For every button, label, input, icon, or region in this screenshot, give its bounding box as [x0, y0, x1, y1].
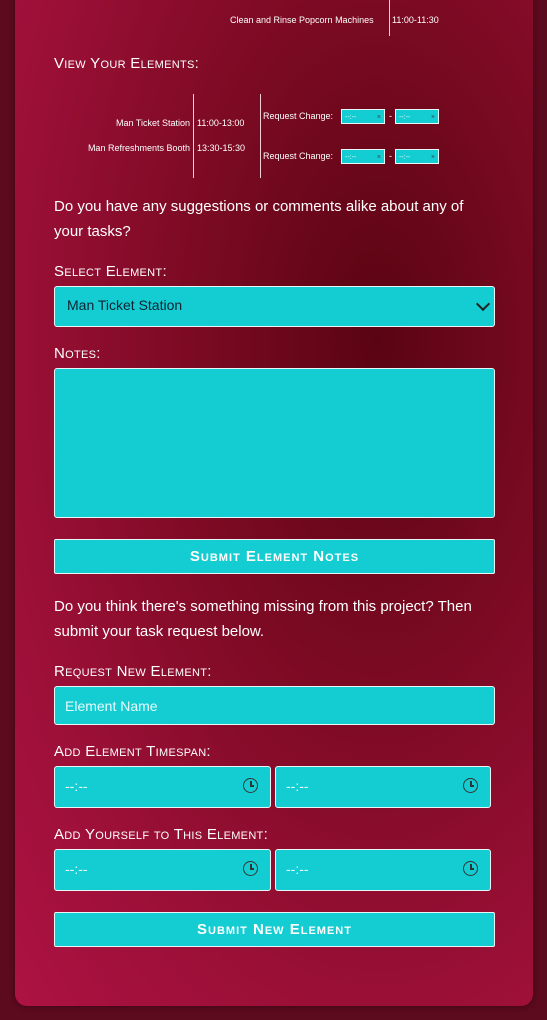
change-end-time-input[interactable]: --:-- ×: [395, 109, 439, 124]
add-timespan-label: Add Element Timespan:: [54, 743, 211, 760]
table-divider: [389, 0, 390, 36]
clock-icon[interactable]: [243, 778, 258, 793]
clear-icon[interactable]: ×: [431, 110, 435, 125]
suggestions-prompt: Do you have any suggestions or comments …: [54, 198, 464, 240]
request-change-label: Request Change:: [263, 111, 334, 121]
view-elements-heading: View Your Elements:: [54, 55, 200, 72]
timespan-start-input[interactable]: --:--: [54, 766, 271, 808]
top-task-name: Clean and Rinse Popcorn Machines: [230, 15, 374, 25]
request-change-label: Request Change:: [263, 151, 334, 161]
table-divider: [193, 94, 194, 178]
submit-element-notes-button[interactable]: Submit Element Notes: [54, 539, 495, 574]
chevron-down-icon: [475, 296, 491, 312]
change-end-time-input[interactable]: --:-- ×: [395, 149, 439, 164]
time-separator: -: [389, 111, 392, 121]
element-name-input[interactable]: Element Name: [54, 686, 495, 725]
selected-element-value: Man Ticket Station: [67, 297, 183, 313]
clear-icon[interactable]: ×: [377, 110, 381, 125]
clear-icon[interactable]: ×: [431, 150, 435, 165]
notes-label: Notes:: [54, 345, 101, 362]
clock-icon[interactable]: [463, 861, 478, 876]
top-task-time: 11:00-11:30: [392, 15, 439, 25]
request-new-element-label: Request New Element:: [54, 663, 212, 680]
time-separator: -: [389, 151, 392, 161]
element-name: Man Refreshments Booth: [87, 143, 190, 153]
yourself-end-input[interactable]: --:--: [275, 849, 491, 891]
missing-element-prompt: Do you think there's something missing f…: [54, 598, 472, 640]
timespan-end-input[interactable]: --:--: [275, 766, 491, 808]
change-start-time-input[interactable]: --:-- ×: [341, 109, 385, 124]
table-divider: [260, 94, 261, 178]
select-element-label: Select Element:: [54, 263, 167, 280]
change-start-time-input[interactable]: --:-- ×: [341, 149, 385, 164]
submit-new-element-button[interactable]: Submit New Element: [54, 912, 495, 947]
yourself-start-input[interactable]: --:--: [54, 849, 271, 891]
clock-icon[interactable]: [243, 861, 258, 876]
clock-icon[interactable]: [463, 778, 478, 793]
element-time: 13:30-15:30: [197, 143, 246, 153]
select-element-dropdown[interactable]: Man Ticket Station: [54, 286, 495, 327]
add-yourself-label: Add Yourself to This Element:: [54, 826, 269, 843]
clear-icon[interactable]: ×: [377, 150, 381, 165]
element-time: 11:00-13:00: [197, 118, 245, 128]
notes-textarea[interactable]: [54, 368, 495, 518]
element-name: Man Ticket Station: [115, 118, 190, 128]
